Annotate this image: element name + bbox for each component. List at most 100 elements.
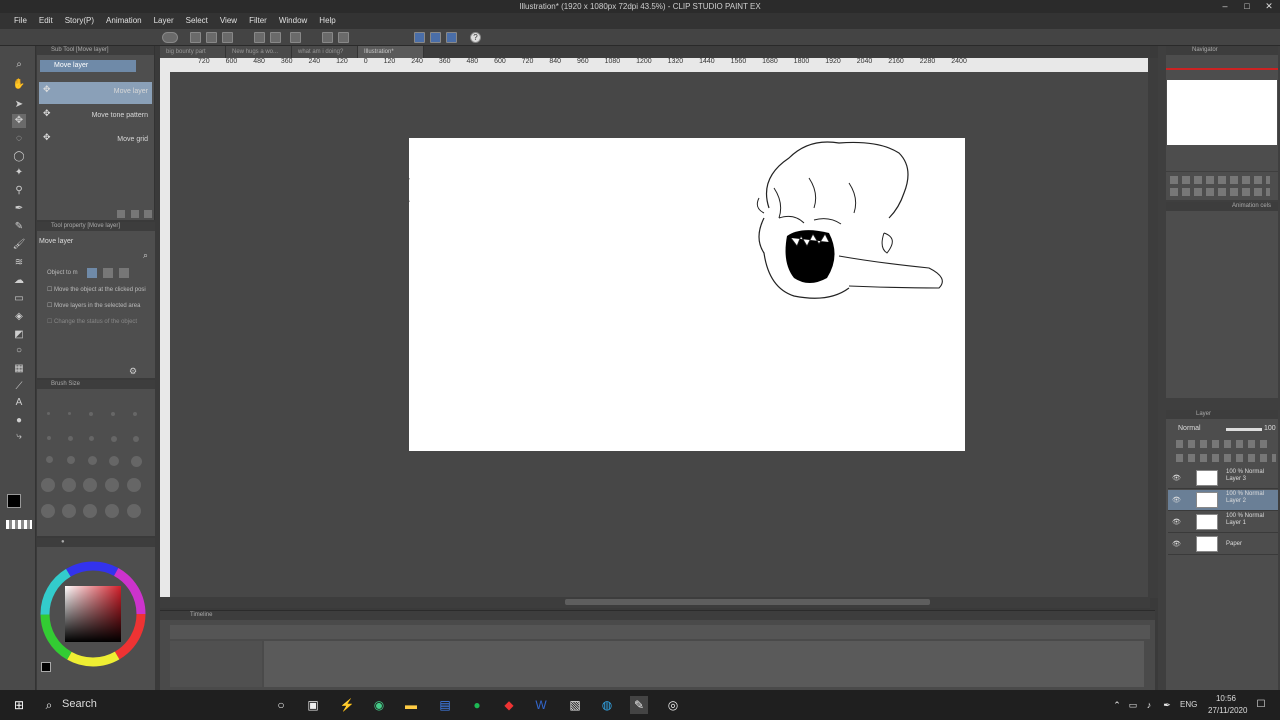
- blend-tool-icon[interactable]: ☁: [12, 274, 26, 288]
- blend-mode-select[interactable]: Normal: [1178, 425, 1201, 432]
- task-view-icon[interactable]: ▣: [304, 696, 322, 714]
- brush-size-preset[interactable]: [68, 436, 73, 441]
- snap-ruler-icon[interactable]: [414, 32, 425, 43]
- tool-settings-icon[interactable]: ⚙: [129, 366, 137, 377]
- lasso-tool-icon[interactable]: ◯: [12, 150, 26, 164]
- menu-filter[interactable]: Filter: [243, 13, 273, 29]
- clip-studio-icon[interactable]: [162, 32, 178, 43]
- brush-size-preset[interactable]: [62, 504, 76, 518]
- sub-tool-group-tab[interactable]: Move layer: [40, 60, 136, 72]
- menu-story[interactable]: Story(P): [59, 13, 100, 29]
- store-icon[interactable]: ▤: [436, 696, 454, 714]
- vertical-scrollbar[interactable]: [1148, 58, 1158, 598]
- file-explorer-icon[interactable]: ▬: [402, 696, 420, 714]
- menu-help[interactable]: Help: [313, 13, 341, 29]
- mini-main-color[interactable]: [41, 662, 51, 672]
- balloon-tool-icon[interactable]: ●: [12, 414, 26, 428]
- brush-size-preset[interactable]: [109, 456, 119, 466]
- pencil-tool-icon[interactable]: ✎: [12, 220, 26, 234]
- search-icon[interactable]: ⌕: [40, 696, 58, 714]
- pen-tray-icon[interactable]: ✒: [1158, 696, 1176, 714]
- brush-size-preset[interactable]: [127, 478, 141, 492]
- maximize-button[interactable]: □: [1236, 0, 1258, 13]
- brush-size-preset[interactable]: [67, 456, 75, 464]
- brush-size-preset[interactable]: [127, 504, 141, 518]
- zoom-tool-icon[interactable]: ⌕: [12, 58, 26, 72]
- sub-tool-item-move-layer[interactable]: ✥ Move layer: [39, 82, 152, 104]
- pen-tool-icon[interactable]: ✒: [12, 202, 26, 216]
- subtool-copy-icon[interactable]: [117, 210, 125, 218]
- brush-size-preset[interactable]: [89, 412, 93, 416]
- app-icon-pen[interactable]: ⚡: [338, 696, 356, 714]
- brush-size-preset[interactable]: [46, 456, 53, 463]
- subtool-delete-icon[interactable]: [144, 210, 152, 218]
- fill-tool-icon[interactable]: ◈: [12, 310, 26, 324]
- tab-document-2[interactable]: New hugs a wo...: [226, 46, 292, 58]
- undo-icon[interactable]: [254, 32, 265, 43]
- transparent-color-swatch[interactable]: [6, 520, 32, 529]
- layer-row-paper[interactable]: 👁 Paper: [1168, 534, 1278, 555]
- sub-tool-item-move-tone[interactable]: ✥ Move tone pattern: [39, 106, 152, 128]
- brush-size-preset[interactable]: [89, 436, 94, 441]
- chrome-icon[interactable]: ◉: [370, 696, 388, 714]
- app-icon-blue[interactable]: ◍: [598, 696, 616, 714]
- close-button[interactable]: ✕: [1258, 0, 1280, 13]
- tab-document-3[interactable]: what am i doing?: [292, 46, 358, 58]
- crop-icon[interactable]: [338, 32, 349, 43]
- acrobat-icon[interactable]: ◆: [500, 696, 518, 714]
- sub-tool-item-move-grid[interactable]: ✥ Move grid: [39, 130, 152, 152]
- taskbar-search[interactable]: Search: [62, 698, 97, 710]
- gradient-tool-icon[interactable]: ◩: [12, 328, 26, 342]
- brush-size-preset[interactable]: [47, 436, 51, 440]
- option-checkbox-2[interactable]: ☐ Move layers in the selected area: [47, 302, 140, 309]
- frame-tool-icon[interactable]: ▦: [12, 362, 26, 376]
- tool-property-search-icon[interactable]: ⌕: [143, 250, 148, 261]
- eye-icon[interactable]: 👁: [1172, 474, 1181, 482]
- app-icon-gallery[interactable]: ▧: [566, 696, 584, 714]
- brush-size-preset[interactable]: [83, 478, 97, 492]
- main-color-swatch[interactable]: [7, 494, 21, 508]
- layer-row[interactable]: 👁 100 % Normal Layer 1: [1168, 512, 1278, 533]
- cortana-icon[interactable]: ○: [272, 696, 290, 714]
- layer-row-selected[interactable]: 👁 100 % Normal Layer 2: [1168, 490, 1278, 511]
- menu-file[interactable]: File: [8, 13, 33, 29]
- brush-size-preset[interactable]: [133, 412, 137, 416]
- subtool-add-icon[interactable]: [131, 210, 139, 218]
- new-file-icon[interactable]: [190, 32, 201, 43]
- brush-tool-icon[interactable]: 🖌: [12, 238, 26, 252]
- timeline-frames[interactable]: [264, 641, 1144, 687]
- brush-size-preset[interactable]: [111, 436, 117, 442]
- brush-size-preset[interactable]: [41, 478, 55, 492]
- layer-row[interactable]: 👁 100 % Normal Layer 3: [1168, 468, 1278, 489]
- windows-start-icon[interactable]: ⊞: [10, 696, 28, 714]
- menu-select[interactable]: Select: [180, 13, 214, 29]
- auto-select-icon[interactable]: ✦: [12, 166, 26, 180]
- volume-icon[interactable]: ♪: [1140, 696, 1158, 714]
- navigator-zoom-buttons[interactable]: [1170, 176, 1270, 184]
- navigator-preview[interactable]: [1167, 80, 1277, 145]
- text-tool-icon[interactable]: A: [12, 396, 26, 410]
- operation-tool-icon[interactable]: ➤: [12, 98, 26, 112]
- object-type-icon-3[interactable]: [119, 268, 129, 278]
- correct-line-tool-icon[interactable]: ⤷: [12, 430, 26, 444]
- tab-document-1[interactable]: big bounty part: [160, 46, 226, 58]
- brush-size-preset[interactable]: [105, 504, 119, 518]
- brush-size-preset[interactable]: [111, 412, 115, 416]
- brush-size-preset[interactable]: [105, 478, 119, 492]
- option-checkbox-3[interactable]: ☐ Change the status of the object: [47, 318, 137, 325]
- airbrush-tool-icon[interactable]: ≋: [12, 256, 26, 270]
- menu-animation[interactable]: Animation: [100, 13, 148, 29]
- tab-document-active[interactable]: Illustration*: [358, 46, 424, 58]
- eyedropper-icon[interactable]: ⚲: [12, 184, 26, 198]
- brush-size-preset[interactable]: [41, 504, 55, 518]
- snap-grid-icon[interactable]: [430, 32, 441, 43]
- notifications-icon[interactable]: ☐: [1252, 696, 1270, 714]
- clip-studio-launcher-icon[interactable]: ◎: [664, 696, 682, 714]
- brush-size-preset[interactable]: [68, 412, 71, 415]
- object-type-icon[interactable]: [87, 268, 97, 278]
- minimize-button[interactable]: –: [1214, 0, 1236, 13]
- brush-size-preset[interactable]: [62, 478, 76, 492]
- option-checkbox-1[interactable]: ☐ Move the object at the clicked posi: [47, 286, 146, 293]
- ruler-tool-icon[interactable]: ⟋: [12, 380, 26, 394]
- fill-icon[interactable]: [322, 32, 333, 43]
